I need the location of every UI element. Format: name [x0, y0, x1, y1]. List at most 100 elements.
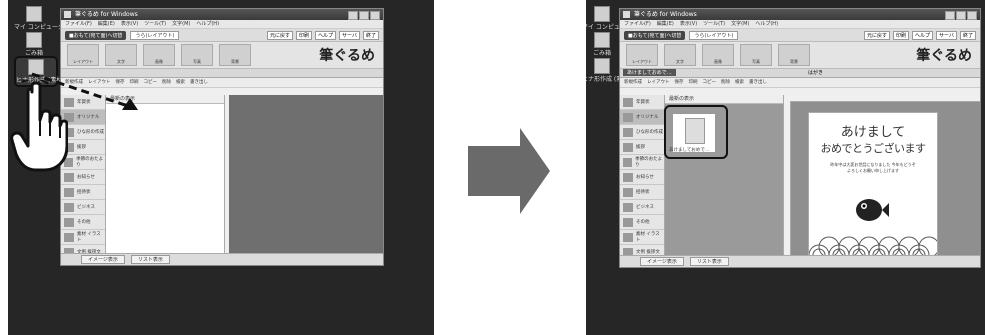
sidebar-item-label: お知らせ: [636, 175, 654, 180]
maximize-button[interactable]: [359, 11, 369, 20]
folder-icon: [64, 187, 74, 197]
ribbon-layout-button[interactable]: レイアウト: [67, 44, 99, 66]
folder-icon: [623, 112, 633, 122]
tool-save[interactable]: 保存: [675, 80, 684, 85]
tool-export[interactable]: 書き出し: [190, 80, 208, 85]
sidebar-item[interactable]: 季節のおたより: [620, 155, 664, 170]
sidebar-item[interactable]: 素材 イラスト: [61, 230, 105, 245]
status-bar: イメージ表示 リスト表示: [620, 255, 980, 267]
sidebar-item[interactable]: 素材 イラスト: [620, 230, 664, 245]
sidebar-item-label: 招待状: [636, 190, 650, 195]
back-side-button[interactable]: うら(レイアウト): [689, 30, 739, 40]
image-view-button[interactable]: イメージ表示: [81, 255, 125, 264]
toolbar: 新規作成 レイアウト 保存 印刷 コピー 削除 検索 書き出し: [620, 78, 980, 88]
menu-text[interactable]: 文字(M): [172, 21, 190, 27]
card-message: 昨年中は大変お世話になりました 今年もどうぞよろしくお願い申し上げます: [830, 162, 916, 173]
menu-help[interactable]: ヘルプ(H): [196, 21, 219, 27]
sidebar-item[interactable]: 招待状: [61, 185, 105, 200]
desktop-icon-my-computer[interactable]: マイ コンピュータ: [586, 6, 632, 31]
ribbon-text-button[interactable]: 文字: [664, 44, 696, 66]
tool-layout[interactable]: レイアウト: [647, 80, 670, 85]
tool-export[interactable]: 書き出し: [749, 80, 767, 85]
sidebar-item[interactable]: オリジナル: [620, 110, 664, 125]
sidebar-item-label: ビジネス: [77, 205, 95, 210]
ribbon-photo-button[interactable]: 写真: [181, 44, 213, 66]
close-button[interactable]: [370, 11, 380, 20]
list-header: 最新の表示: [665, 95, 783, 104]
desktop-icon-recycle-bin[interactable]: ごみ箱: [586, 32, 622, 57]
print-button[interactable]: 印刷: [296, 30, 313, 40]
tool-delete[interactable]: 削除: [162, 80, 171, 85]
front-side-button[interactable]: ■おもて(宛て面)へ切替: [65, 30, 127, 40]
sidebar-item[interactable]: ビジネス: [61, 200, 105, 215]
recycle-bin-icon: [594, 32, 610, 48]
undo-button[interactable]: 元に戻す: [863, 30, 890, 40]
sidebar-item[interactable]: お知らせ: [61, 170, 105, 185]
sidebar-item[interactable]: お知らせ: [620, 170, 664, 185]
ribbon-background-button[interactable]: 背景: [778, 44, 810, 66]
sidebar-item[interactable]: 年賀状: [620, 95, 664, 110]
sidebar-item-label: 季節のおたより: [635, 157, 663, 168]
server-button[interactable]: サーバ: [936, 30, 957, 40]
ribbon-image-button[interactable]: 画像: [143, 44, 175, 66]
minimize-button[interactable]: [945, 11, 955, 20]
sidebar-item[interactable]: ひな形の作成: [620, 125, 664, 140]
menu-tools[interactable]: ツール(T): [144, 21, 166, 27]
computer-icon: [594, 6, 610, 22]
tool-delete[interactable]: 削除: [721, 80, 730, 85]
tool-search[interactable]: 検索: [176, 80, 185, 85]
menu-file[interactable]: ファイル(F): [624, 21, 651, 27]
list-view-button[interactable]: リスト表示: [130, 255, 170, 264]
folder-icon: [623, 202, 633, 212]
sidebar-item[interactable]: 挨拶: [620, 140, 664, 155]
menu-view[interactable]: 表示(V): [680, 21, 697, 27]
ribbon-photo-button[interactable]: 写真: [740, 44, 772, 66]
print-button[interactable]: 印刷: [893, 30, 910, 40]
list-view-button[interactable]: リスト表示: [689, 257, 729, 266]
desktop-icon-my-computer[interactable]: マイ コンピュータ: [14, 6, 64, 31]
image-view-button[interactable]: イメージ表示: [640, 257, 684, 266]
app-window: 筆ぐるめ for Windows ファイル(F) 編集(E) 表示(V) ツール(T)…: [60, 8, 384, 266]
help-button[interactable]: ヘルプ: [315, 30, 337, 40]
menu-view[interactable]: 表示(V): [121, 21, 138, 27]
ribbon-image-button[interactable]: 画像: [702, 44, 734, 66]
desktop-icon-app[interactable]: ヒナ形作成 (素材): [586, 58, 631, 83]
exit-button[interactable]: 終了: [362, 30, 379, 40]
next-step-arrow-icon: [468, 128, 550, 214]
ribbon-text-button[interactable]: 文字: [105, 44, 137, 66]
exit-button[interactable]: 終了: [959, 30, 976, 40]
tool-print[interactable]: 印刷: [689, 80, 698, 85]
ribbon-layout-button[interactable]: レイアウト: [626, 44, 658, 66]
tool-search[interactable]: 検索: [735, 80, 744, 85]
minimize-button[interactable]: [348, 11, 358, 20]
tool-copy[interactable]: コピー: [703, 80, 717, 85]
help-button[interactable]: ヘルプ: [912, 30, 934, 40]
menu-text[interactable]: 文字(M): [731, 21, 749, 27]
sidebar-item[interactable]: その他: [620, 215, 664, 230]
menu-bar: ファイル(F) 編集(E) 表示(V) ツール(T) 文字(M) ヘルプ(H): [61, 20, 383, 29]
menu-file[interactable]: ファイル(F): [65, 21, 92, 27]
menu-edit[interactable]: 編集(E): [98, 21, 115, 27]
desktop-icon-label: マイ コンピュータ: [14, 24, 64, 31]
front-side-button[interactable]: ■おもて(宛て面)へ切替: [624, 30, 686, 40]
menu-help[interactable]: ヘルプ(H): [755, 21, 778, 27]
desktop-icon-recycle-bin[interactable]: ごみ箱: [14, 32, 54, 57]
left-screen: マイ コンピュータ ごみ箱 ヒナ形作成 (素材) 筆ぐるめ for Window…: [8, 0, 434, 335]
menu-tools[interactable]: ツール(T): [703, 21, 725, 27]
menu-edit[interactable]: 編集(E): [657, 21, 674, 27]
app-icon: [594, 58, 610, 74]
sidebar-item[interactable]: 招待状: [620, 185, 664, 200]
back-side-button[interactable]: うら(レイアウト): [130, 30, 180, 40]
document-tab[interactable]: あけましておめで…: [623, 69, 676, 76]
desktop-icon-label: ごみ箱: [592, 50, 611, 57]
ribbon-background-button[interactable]: 背景: [219, 44, 251, 66]
undo-button[interactable]: 元に戻す: [266, 30, 293, 40]
fish-illustration: [856, 199, 889, 221]
server-button[interactable]: サーバ: [339, 30, 360, 40]
desktop-icon-label: ヒナ形作成 (素材): [586, 76, 631, 83]
sidebar-item[interactable]: その他: [61, 215, 105, 230]
sidebar-item[interactable]: ビジネス: [620, 200, 664, 215]
maximize-button[interactable]: [956, 11, 966, 20]
tool-new[interactable]: 新規作成: [624, 80, 642, 85]
close-button[interactable]: [967, 11, 977, 20]
